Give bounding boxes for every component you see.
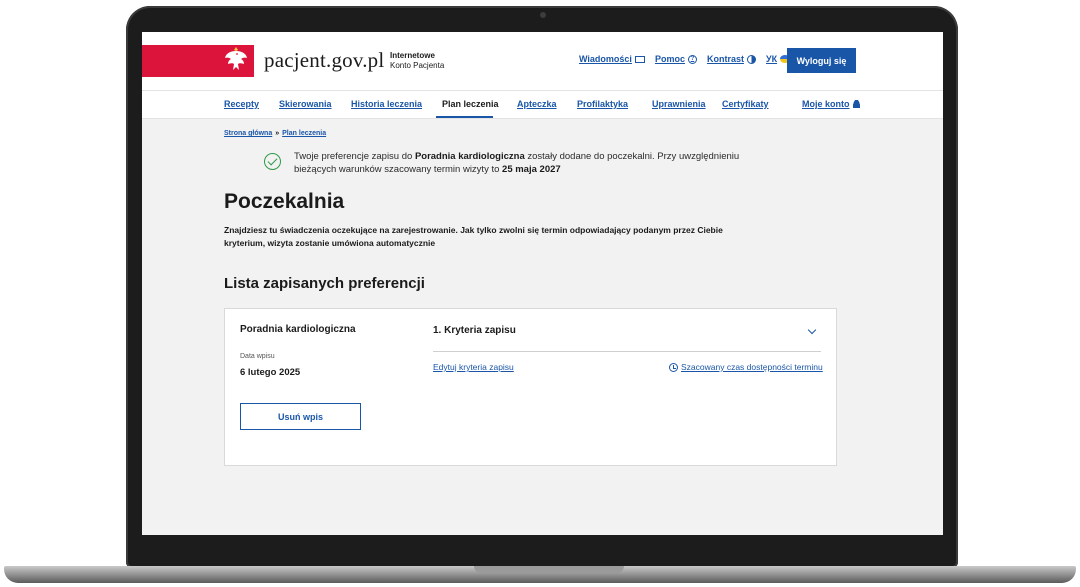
- breadcrumb-home-link[interactable]: Strona główna: [224, 130, 272, 137]
- eagle-emblem-icon: [225, 47, 247, 70]
- card-clinic-name: Poradnia kardiologiczna: [240, 324, 356, 335]
- contrast-label: Kontrast: [706, 54, 744, 64]
- page-title: Poczekalnia: [224, 190, 345, 213]
- notice-visit-date: 25 maja 2027: [502, 164, 561, 175]
- nav-item-apteczka[interactable]: Apteczka: [517, 99, 557, 109]
- estimated-availability-label: Szacowany czas dostępności terminu: [681, 362, 823, 372]
- brand-logo-text[interactable]: pacjent.gov.pl: [264, 48, 384, 73]
- messages-link[interactable]: Wiadomości: [579, 54, 645, 64]
- nav-item-uprawnienia[interactable]: Uprawnienia: [652, 99, 706, 109]
- language-label: УК: [765, 54, 778, 64]
- brand-subtitle: Internetowe Konto Pacjenta: [390, 51, 444, 71]
- notice-clinic-name: Poradnia kardiologiczna: [414, 151, 525, 162]
- nav-item-moje-konto[interactable]: Moje konto: [802, 99, 860, 109]
- envelope-icon: [634, 55, 645, 63]
- active-tab-indicator: [436, 116, 493, 118]
- header-utility-links: Wiadomości Pomoc ? Kontrast УК: [579, 54, 791, 64]
- account-label: Moje konto: [802, 99, 850, 109]
- success-check-icon: [264, 153, 281, 170]
- nav-item-historia-leczenia[interactable]: Historia leczenia: [351, 99, 422, 109]
- logout-button[interactable]: Wyloguj się: [787, 48, 856, 73]
- main-navigation: Recepty Skierowania Historia leczenia Pl…: [142, 90, 943, 119]
- help-circle-icon: ?: [687, 54, 697, 64]
- breadcrumb: Strona główna» Plan leczenia: [224, 130, 326, 137]
- page-lead: Znajdziesz tu świadczenia oczekujące na …: [224, 225, 723, 248]
- preference-card: Poradnia kardiologiczna Data wpisu 6 lut…: [224, 308, 837, 466]
- success-notice: Twoje preferencje zapisu do Poradnia kar…: [264, 150, 784, 176]
- laptop-hinge-notch: [474, 566, 624, 573]
- section-title: Lista zapisanych preferencji: [224, 275, 425, 292]
- remove-entry-button[interactable]: Usuń wpis: [240, 403, 361, 430]
- notice-text-start: Twoje preferencje zapisu do: [294, 151, 415, 162]
- criteria-accordion-title[interactable]: 1. Kryteria zapisu: [433, 325, 516, 336]
- nav-item-skierowania[interactable]: Skierowania: [279, 99, 332, 109]
- brand-subtitle-line1: Internetowe: [390, 51, 435, 60]
- user-icon: [852, 100, 860, 108]
- contrast-toggle[interactable]: Kontrast: [707, 54, 756, 64]
- brand-subtitle-line2: Konto Pacjenta: [390, 61, 445, 70]
- nav-item-plan-leczenia[interactable]: Plan leczenia: [442, 99, 499, 109]
- messages-label: Wiadomości: [579, 54, 632, 64]
- contrast-icon: [746, 54, 756, 64]
- entry-date-value: 6 lutego 2025: [240, 367, 301, 378]
- help-link[interactable]: Pomoc ?: [655, 54, 697, 64]
- site-header: pacjent.gov.pl Internetowe Konto Pacjent…: [142, 32, 943, 90]
- nav-item-recepty[interactable]: Recepty: [224, 99, 259, 109]
- browser-screen: pacjent.gov.pl Internetowe Konto Pacjent…: [142, 32, 943, 535]
- nav-item-profilaktyka[interactable]: Profilaktyka: [577, 99, 628, 109]
- clock-icon: [669, 362, 678, 372]
- edit-criteria-link[interactable]: Edytuj kryteria zapisu: [433, 362, 514, 372]
- estimated-availability-link[interactable]: Szacowany czas dostępności terminu: [669, 362, 823, 372]
- entry-date-label: Data wpisu: [240, 353, 275, 360]
- breadcrumb-separator: »: [275, 130, 280, 137]
- help-label: Pomoc: [654, 54, 685, 64]
- notice-text: Twoje preferencje zapisu do Poradnia kar…: [294, 150, 784, 176]
- webcam: [540, 12, 546, 18]
- nav-item-certyfikaty[interactable]: Certyfikaty: [722, 99, 769, 109]
- breadcrumb-current-link[interactable]: Plan leczenia: [282, 130, 326, 137]
- chevron-down-icon[interactable]: [807, 325, 817, 335]
- accordion-divider: [433, 351, 821, 352]
